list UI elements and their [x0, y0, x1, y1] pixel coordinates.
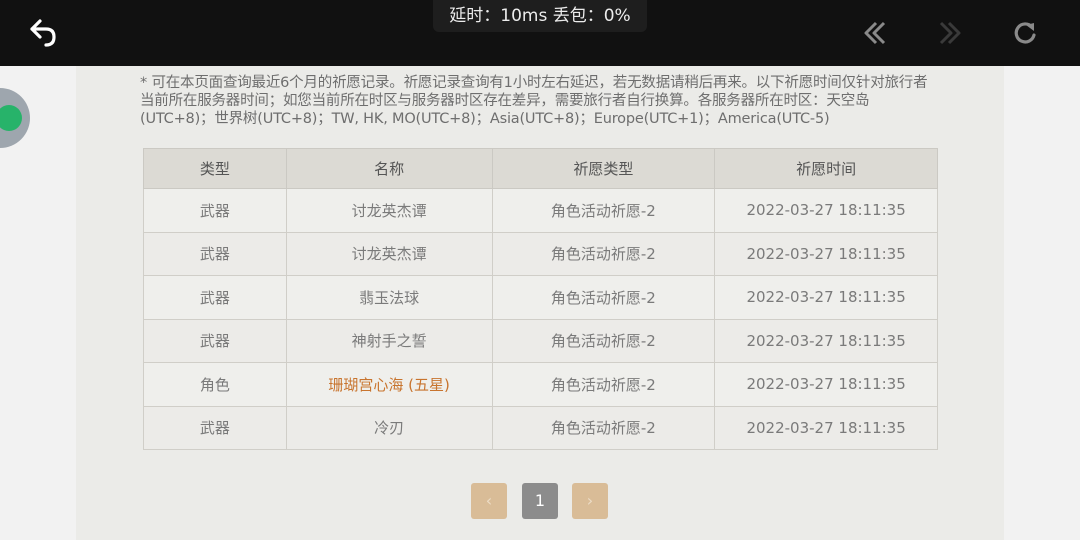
header-type: 类型: [143, 148, 287, 189]
cell-type: 武器: [143, 231, 287, 276]
cell-wish-time: 2022-03-27 18:11:35: [714, 362, 938, 407]
cell-name: 翡玉法球: [285, 275, 493, 320]
refresh-icon: [1014, 22, 1036, 44]
cell-wish-type: 角色活动祈愿-2: [491, 275, 716, 320]
back-button[interactable]: [24, 17, 60, 49]
pagination-current-page[interactable]: 1: [522, 483, 558, 519]
cell-wish-time: 2022-03-27 18:11:35: [714, 405, 938, 450]
prev-icon: [864, 21, 886, 45]
table-row: 武器 神射手之誓 角色活动祈愿-2 2022-03-27 18:11:35: [143, 318, 938, 363]
wish-history-table: 类型 名称 祈愿类型 祈愿时间 武器 讨龙英杰谭 角色活动祈愿-2 2022-0…: [143, 148, 938, 450]
cell-wish-time: 2022-03-27 18:11:35: [714, 231, 938, 276]
cell-wish-type: 角色活动祈愿-2: [491, 362, 716, 407]
cell-wish-time: 2022-03-27 18:11:35: [714, 188, 938, 233]
status-dot: [0, 105, 22, 131]
cell-wish-type: 角色活动祈愿-2: [491, 231, 716, 276]
table-header-row: 类型 名称 祈愿类型 祈愿时间: [143, 148, 938, 189]
table-row: 武器 讨龙英杰谭 角色活动祈愿-2 2022-03-27 18:11:35: [143, 188, 938, 233]
cell-type: 武器: [143, 188, 287, 233]
history-notice: * 可在本页面查询最近6个月的祈愿记录。祈愿记录查询有1小时左右延迟，若无数据请…: [140, 75, 928, 127]
pagination-prev-button[interactable]: ‹: [471, 483, 507, 519]
pagination-next-button[interactable]: ›: [572, 483, 608, 519]
cell-type: 武器: [143, 405, 287, 450]
back-arrow-icon: [30, 19, 56, 47]
table-row: 角色 珊瑚宫心海 (五星) 角色活动祈愿-2 2022-03-27 18:11:…: [143, 362, 938, 407]
cell-name: 讨龙英杰谭: [285, 231, 493, 276]
next-icon: [939, 21, 961, 45]
cell-name: 讨龙英杰谭: [285, 188, 493, 233]
header-wish-type: 祈愿类型: [491, 148, 716, 189]
cell-type: 角色: [143, 362, 287, 407]
cell-type: 武器: [143, 275, 287, 320]
next-button[interactable]: [937, 19, 963, 47]
table-row: 武器 翡玉法球 角色活动祈愿-2 2022-03-27 18:11:35: [143, 275, 938, 320]
refresh-button[interactable]: [1012, 19, 1038, 47]
cell-wish-time: 2022-03-27 18:11:35: [714, 318, 938, 363]
cell-type: 武器: [143, 318, 287, 363]
cell-wish-type: 角色活动祈愿-2: [491, 188, 716, 233]
latency-indicator: 延时：10ms 丢包：0%: [433, 0, 647, 32]
header-name: 名称: [285, 148, 493, 189]
header-wish-time: 祈愿时间: [714, 148, 938, 189]
cell-name-five-star: 珊瑚宫心海 (五星): [285, 362, 493, 407]
prev-button[interactable]: [862, 19, 888, 47]
cell-wish-type: 角色活动祈愿-2: [491, 405, 716, 450]
cell-wish-type: 角色活动祈愿-2: [491, 318, 716, 363]
cell-name: 冷刃: [285, 405, 493, 450]
cell-name: 神射手之誓: [285, 318, 493, 363]
table-row: 武器 讨龙英杰谭 角色活动祈愿-2 2022-03-27 18:11:35: [143, 231, 938, 276]
top-toolbar: 延时：10ms 丢包：0%: [0, 0, 1080, 66]
cell-wish-time: 2022-03-27 18:11:35: [714, 275, 938, 320]
floating-assistant-ball[interactable]: [0, 88, 30, 148]
table-row: 武器 冷刃 角色活动祈愿-2 2022-03-27 18:11:35: [143, 405, 938, 450]
